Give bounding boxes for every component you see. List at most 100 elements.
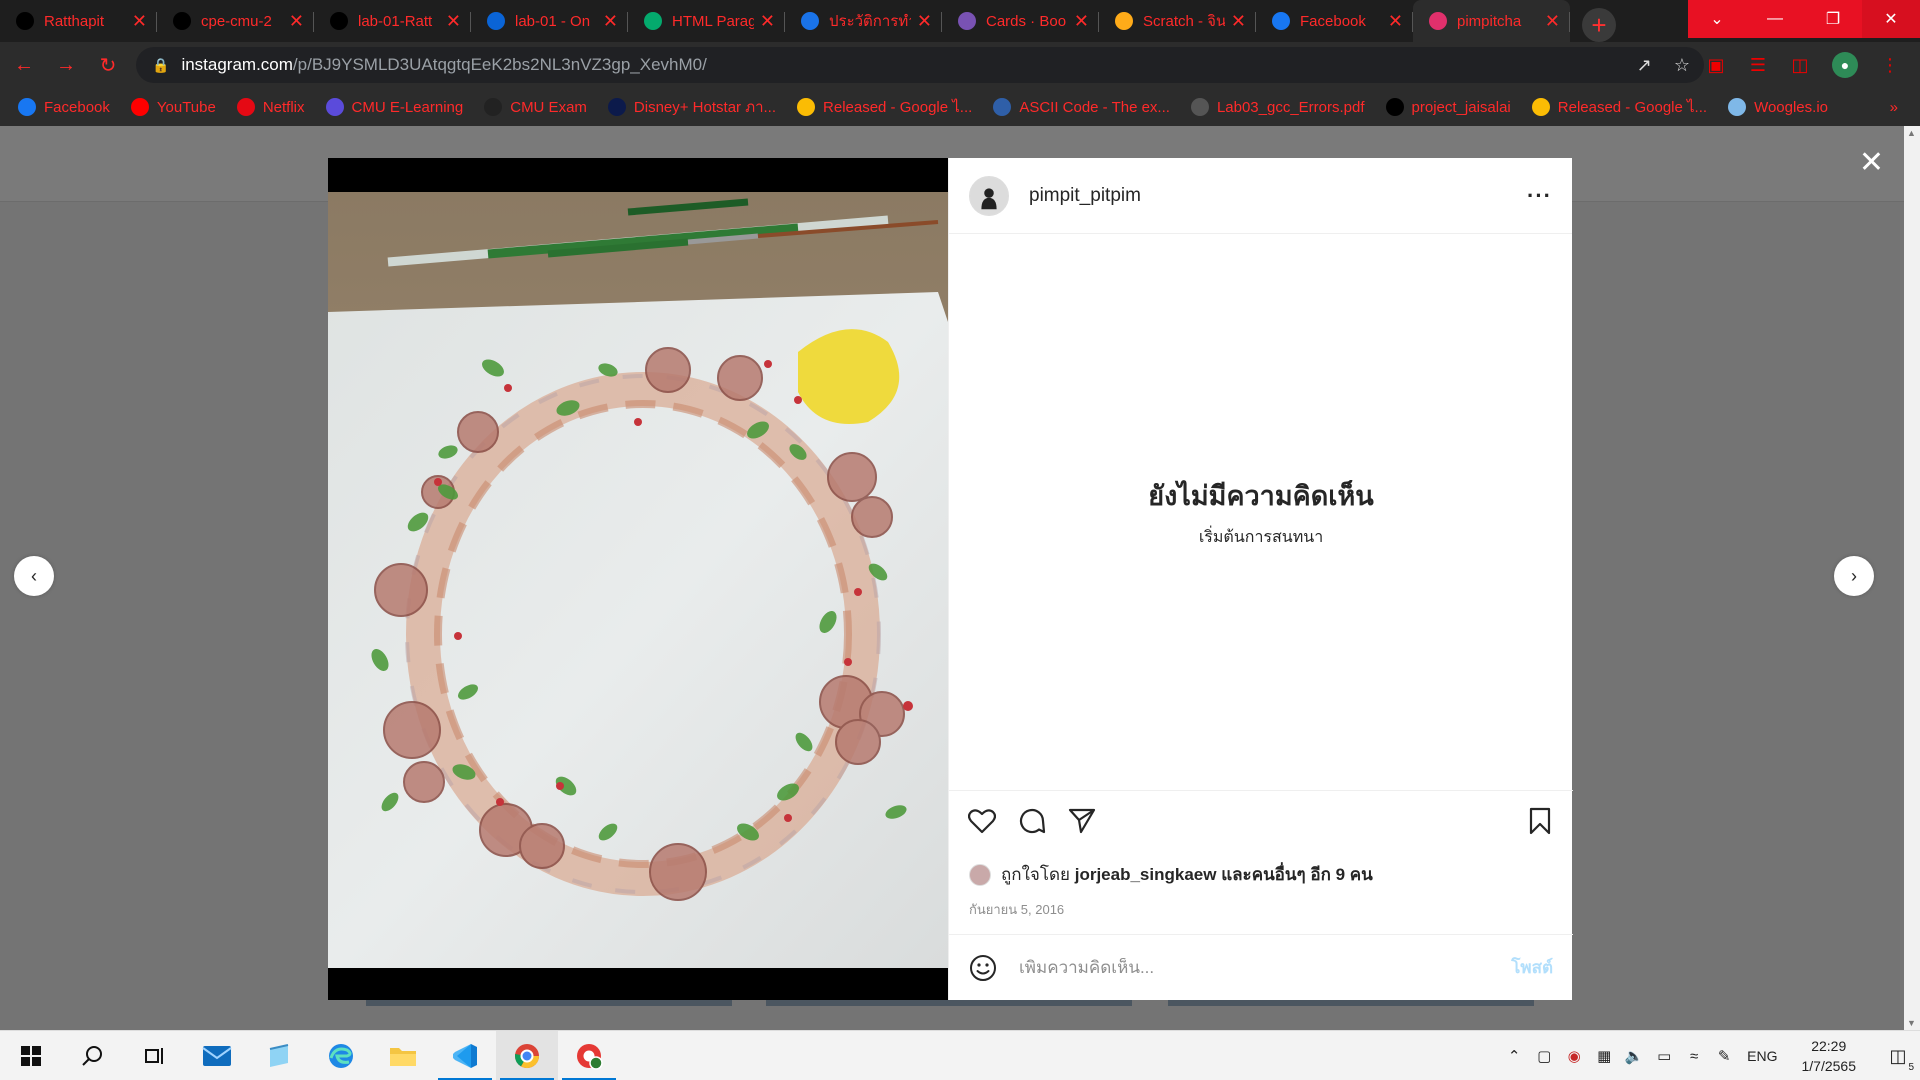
previous-post-button[interactable]: ‹ [14, 556, 54, 596]
save-bookmark-icon[interactable] [1523, 804, 1557, 838]
start-windows-icon[interactable] [0, 1031, 62, 1080]
meet-now-icon[interactable]: ▢ [1529, 1047, 1559, 1065]
browser-tab[interactable]: pimpitcha ✕ [1413, 0, 1570, 42]
battery-icon[interactable]: ▭ [1649, 1047, 1679, 1065]
search-icon[interactable] [62, 1031, 124, 1080]
minimize-button[interactable]: — [1746, 0, 1804, 38]
tab-close-icon[interactable]: ✕ [1388, 11, 1403, 32]
restore-button[interactable]: ❐ [1804, 0, 1862, 38]
bookmark-item[interactable]: project_jaisalai [1385, 98, 1511, 116]
page-scrollbar[interactable]: ▲ ▼ [1904, 126, 1920, 1030]
profile-avatar[interactable]: ● [1832, 52, 1858, 78]
emoji-smiley-icon[interactable] [969, 954, 997, 982]
system-clock[interactable]: 22:29 1/7/2565 [1802, 1036, 1857, 1076]
notification-center-icon[interactable]: ◫ 5 [1876, 1031, 1920, 1080]
tab-search-icon[interactable]: ⌄ [1688, 0, 1746, 38]
menu-kebab-icon[interactable]: ⋮ [1880, 55, 1900, 75]
mail-app-icon[interactable] [186, 1031, 248, 1080]
tab-close-icon[interactable]: ✕ [132, 11, 147, 32]
add-comment-input[interactable] [1019, 957, 1479, 978]
tab-title: lab-01 - On [515, 12, 591, 30]
post-comment-button[interactable]: โพสต์ [1511, 954, 1553, 981]
tab-close-icon[interactable]: ✕ [446, 11, 461, 32]
browser-tab[interactable]: cpe-cmu-2 ✕ [157, 0, 314, 42]
vscode-app-icon[interactable] [434, 1031, 496, 1080]
bootstrap-icon [958, 12, 976, 30]
reading-list-icon[interactable]: ☰ [1748, 55, 1768, 75]
share-icon[interactable]: ↗ [1637, 55, 1652, 76]
bookmark-item[interactable]: Released - Google ไ... [1531, 95, 1707, 119]
post-header: pimpit_pitpim ··· [949, 158, 1572, 234]
like-heart-icon[interactable] [965, 804, 999, 838]
more-options-icon[interactable]: ··· [1527, 183, 1552, 209]
file-explorer-icon[interactable] [372, 1031, 434, 1080]
address-bar[interactable]: 🔒 instagram.com/p/BJ9YSMLD3UAtqgtqEeK2bs… [136, 47, 1704, 83]
tab-close-icon[interactable]: ✕ [760, 11, 775, 32]
browser-tab[interactable]: Scratch - จิน ✕ [1099, 0, 1256, 42]
tab-close-icon[interactable]: ✕ [603, 11, 618, 32]
browser-tab[interactable]: Facebook ✕ [1256, 0, 1413, 42]
share-paper-plane-icon[interactable] [1065, 804, 1099, 838]
post-photo[interactable] [328, 192, 948, 968]
next-post-button[interactable]: › [1834, 556, 1874, 596]
bookmarks-overflow-button[interactable]: » [1890, 99, 1898, 116]
bookmark-item[interactable]: CMU Exam [484, 98, 587, 116]
close-modal-icon[interactable]: ✕ [1859, 148, 1884, 178]
forward-button[interactable]: → [48, 47, 84, 83]
tab-title: cpe-cmu-2 [201, 12, 272, 30]
scroll-up-arrow-icon[interactable]: ▲ [1907, 128, 1916, 138]
tab-close-icon[interactable]: ✕ [289, 11, 304, 32]
bookmark-item[interactable]: ASCII Code - The ex... [993, 98, 1170, 116]
wifi-icon[interactable]: ≈ [1679, 1048, 1709, 1065]
bookmark-item[interactable]: Released - Google ไ... [797, 95, 972, 119]
tab-close-icon[interactable]: ✕ [1074, 11, 1089, 32]
tab-title: lab-01-Ratt [358, 12, 433, 30]
tab-close-icon[interactable]: ✕ [1231, 11, 1246, 32]
notepad-app-icon[interactable] [248, 1031, 310, 1080]
show-hidden-icons-chevron-icon[interactable]: ⌃ [1499, 1047, 1529, 1065]
antivirus-icon[interactable]: ◉ [1559, 1047, 1589, 1065]
task-view-icon[interactable] [124, 1031, 186, 1080]
bookmark-item[interactable]: CMU E-Learning [325, 98, 463, 116]
browser-tab[interactable]: ประวัติการทำ ✕ [785, 0, 942, 42]
bookmark-star-icon[interactable]: ☆ [1674, 55, 1690, 76]
user-avatar[interactable] [969, 175, 1009, 216]
browser-tab[interactable]: lab-01-Ratt ✕ [314, 0, 471, 42]
comment-bubble-icon[interactable] [1015, 804, 1049, 838]
bookmark-item[interactable]: Disney+ Hotstar ภา... [607, 95, 776, 119]
lock-icon[interactable]: 🔒 [152, 57, 169, 74]
edge-browser-icon[interactable] [310, 1031, 372, 1080]
browser-tab[interactable]: Ratthapit ✕ [0, 0, 157, 42]
likes-others-link[interactable]: และคนอื่นๆ อีก 9 คน [1221, 861, 1373, 888]
url-text[interactable]: instagram.com/p/BJ9YSMLD3UAtqgtqEeK2bs2N… [181, 55, 706, 75]
back-button[interactable]: ← [6, 47, 42, 83]
bookmark-item[interactable]: Facebook [18, 98, 110, 116]
new-tab-button[interactable]: + [1582, 8, 1616, 42]
tab-close-icon[interactable]: ✕ [917, 11, 932, 32]
bookmark-item[interactable]: Lab03_gcc_Errors.pdf [1190, 98, 1365, 116]
post-date[interactable]: กันยายน 5, 2016 [969, 899, 1064, 920]
liker-username[interactable]: jorjeab_singkaew [1075, 865, 1217, 885]
scroll-down-arrow-icon[interactable]: ▼ [1907, 1018, 1916, 1028]
chrome-profile-app-icon[interactable] [558, 1031, 620, 1080]
chrome-app-icon[interactable] [496, 1030, 558, 1080]
browser-tab[interactable]: HTML Parag ✕ [628, 0, 785, 42]
browser-tab[interactable]: lab-01 - On ✕ [471, 0, 628, 42]
liker-avatar[interactable] [969, 863, 991, 886]
reload-button[interactable]: ↻ [90, 47, 126, 83]
bookmark-label: YouTube [156, 98, 216, 116]
bookmark-item[interactable]: YouTube [130, 98, 216, 116]
tab-close-icon[interactable]: ✕ [1545, 11, 1560, 32]
display-icon[interactable]: ▦ [1589, 1047, 1619, 1065]
volume-icon[interactable]: 🔈 [1619, 1047, 1649, 1065]
bookmark-item[interactable]: Netflix [236, 98, 305, 116]
bookmark-item[interactable]: Woogles.io [1728, 98, 1828, 116]
extension-puzzle-icon[interactable]: ▣ [1706, 55, 1726, 75]
tab-title: Facebook [1300, 12, 1366, 30]
close-window-button[interactable]: ✕ [1862, 0, 1920, 38]
browser-tab[interactable]: Cards · Boo ✕ [942, 0, 1099, 42]
input-language-indicator[interactable]: ENG [1747, 1048, 1777, 1064]
side-panel-icon[interactable]: ◫ [1790, 55, 1810, 75]
post-username[interactable]: pimpit_pitpim [1029, 185, 1141, 207]
pen-icon[interactable]: ✎ [1709, 1047, 1739, 1065]
